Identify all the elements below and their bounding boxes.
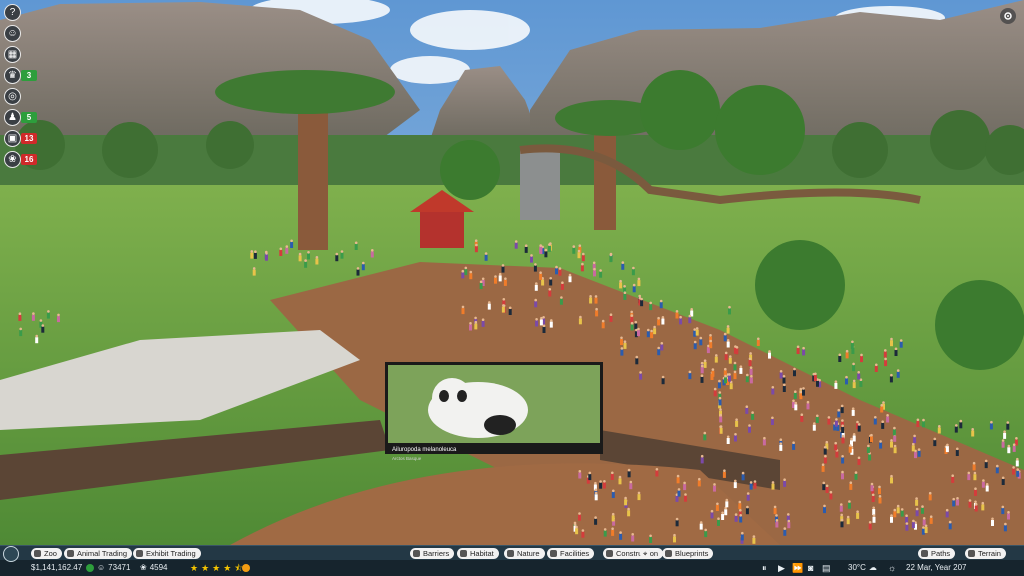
temperature-display: 30°C ☁ — [848, 563, 877, 572]
nature-icon — [507, 550, 514, 557]
pin-icon[interactable]: ⌖ — [640, 548, 651, 559]
alert-badge: 13 — [21, 133, 37, 144]
animal-alert-button[interactable]: ❀ 16 — [4, 151, 37, 168]
date-display: 22 Mar, Year 207 — [906, 563, 967, 572]
toolbar-animal-trading-button[interactable]: Animal Trading — [64, 548, 133, 559]
animal-trading-icon — [67, 550, 74, 557]
habitat-alert-button[interactable]: ▣ 13 — [4, 130, 37, 147]
barriers-icon — [413, 550, 420, 557]
help-icon: ? — [9, 7, 16, 18]
toolbar-label: Barriers — [423, 549, 450, 558]
exhibit-trading-icon — [136, 550, 143, 557]
research-button[interactable]: ◎ — [4, 88, 21, 105]
star-icon: ★ — [190, 563, 199, 573]
alert-badge: 16 — [21, 154, 37, 165]
bottom-toolbar: Zoo Animal Trading Exhibit Trading Barriers… — [0, 545, 1024, 560]
help-button[interactable]: ? — [4, 4, 21, 21]
toolbar-label: Animal Trading — [77, 549, 128, 558]
toolbar-label: Nature — [517, 549, 540, 558]
settings-button[interactable] — [1000, 8, 1016, 24]
toolbar-label: Blueprints — [675, 549, 709, 558]
construction-icon — [606, 550, 613, 557]
research-icon: ◎ — [8, 91, 17, 102]
camera-icon[interactable]: ◙ — [808, 563, 813, 573]
toolbar-label: Zoo — [44, 549, 57, 558]
habitat-alert-icon: ▣ — [7, 133, 18, 144]
star-icon: ★ — [223, 563, 232, 573]
toolbar-paths-button[interactable]: Paths — [918, 548, 956, 559]
toolbar-exhibit-trading-button[interactable]: Exhibit Trading — [133, 548, 201, 559]
terrain-icon — [968, 550, 975, 557]
game-viewport[interactable]: Ailuropoda melanoleuca Arctos Basque — [0, 0, 1024, 576]
toolbar-blueprints-button[interactable]: Blueprints — [662, 548, 714, 559]
toolbar-label: Construction — [616, 549, 659, 558]
alert-badge: 3 — [21, 70, 37, 81]
alert-badge: 5 — [21, 112, 37, 123]
exhibit-subtitle: Arctos Basque — [392, 456, 422, 461]
fast-forward-icon[interactable]: ⏩ — [792, 563, 803, 574]
star-icon: ★ — [212, 563, 221, 573]
toolbar-label: Habitat — [470, 549, 494, 558]
left-toolbar: ? ☺ ▦ ♛ 3 ◎ ♟ 5 ▣ 13 ❀ 16 — [4, 4, 44, 172]
star-icon: ★ — [201, 563, 210, 573]
toolbar-label: Terrain — [978, 549, 1001, 558]
toolbar-habitat-button[interactable]: Habitat — [457, 548, 499, 559]
exhibit-title: Ailuropoda melanoleuca — [392, 447, 457, 453]
animal-count[interactable]: ❀ 4594 — [140, 562, 168, 574]
trophy-button[interactable]: ♛ 3 — [4, 67, 37, 84]
zoo-icon — [34, 550, 41, 557]
staff-icon: ♟ — [8, 112, 17, 123]
toolbar-label: Exhibit Trading — [146, 549, 196, 558]
trophy-icon: ♛ — [8, 70, 17, 81]
calendar-icon: ▦ — [7, 49, 18, 60]
menu-round-button[interactable] — [3, 546, 19, 562]
gear-icon — [1004, 12, 1012, 20]
play-icon[interactable]: ▶ — [778, 563, 785, 574]
paths-icon — [921, 550, 928, 557]
animal-alert-icon: ❀ — [8, 154, 17, 165]
guest-mood-icon — [242, 562, 250, 574]
guest-face-icon: ☺ — [7, 28, 18, 39]
toolbar-nature-button[interactable]: Nature — [504, 548, 545, 559]
toolbar-barriers-button[interactable]: Barriers — [410, 548, 455, 559]
money-display: $1,141,162.47 — [31, 563, 83, 572]
zoo-rating[interactable]: ★ ★ ★ ★ ⯪ — [190, 562, 243, 574]
weather-icon: ☼ — [888, 563, 897, 573]
facilities-icon — [550, 550, 557, 557]
map-icon[interactable]: ▤ — [822, 563, 831, 574]
toolbar-label: Facilities — [560, 549, 590, 558]
habitat-icon — [460, 550, 467, 557]
toolbar-construction-button[interactable]: Construction — [603, 548, 664, 559]
money-trend-icon — [86, 562, 94, 574]
toolbar-zoo-button[interactable]: Zoo — [31, 548, 62, 559]
guest-face-button[interactable]: ☺ — [4, 25, 21, 42]
calendar-button[interactable]: ▦ — [4, 46, 21, 63]
blueprints-icon — [665, 550, 672, 557]
staff-button[interactable]: ♟ 5 — [4, 109, 37, 126]
toolbar-facilities-button[interactable]: Facilities — [547, 548, 595, 559]
pause-icon[interactable]: ⏸ — [762, 563, 767, 574]
coaster-tower — [520, 150, 560, 220]
toolbar-terrain-button[interactable]: Terrain — [965, 548, 1006, 559]
toolbar-label: Paths — [931, 549, 951, 558]
guest-count[interactable]: ☺ 73471 — [97, 562, 130, 574]
